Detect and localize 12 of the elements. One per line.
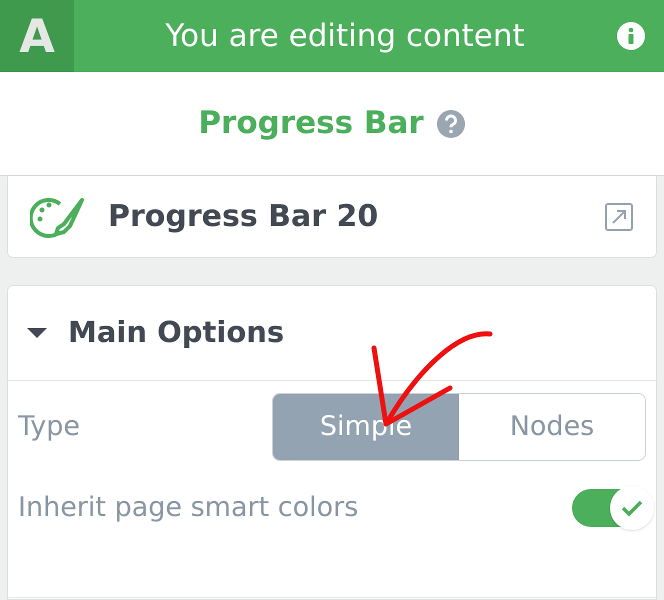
inherit-label: Inherit page smart colors (18, 490, 360, 525)
header-title: You are editing content (164, 16, 526, 56)
external-link-icon[interactable] (604, 202, 634, 232)
caret-icon (26, 326, 48, 340)
instance-name: Progress Bar 20 (108, 198, 380, 236)
section-header[interactable]: Main Options (8, 286, 656, 381)
info-icon[interactable] (616, 21, 646, 51)
element-title: Progress Bar (198, 104, 424, 144)
type-label: Type (18, 410, 82, 444)
check-icon (621, 499, 643, 517)
logo[interactable]: A (0, 0, 74, 72)
help-icon[interactable] (436, 108, 466, 138)
